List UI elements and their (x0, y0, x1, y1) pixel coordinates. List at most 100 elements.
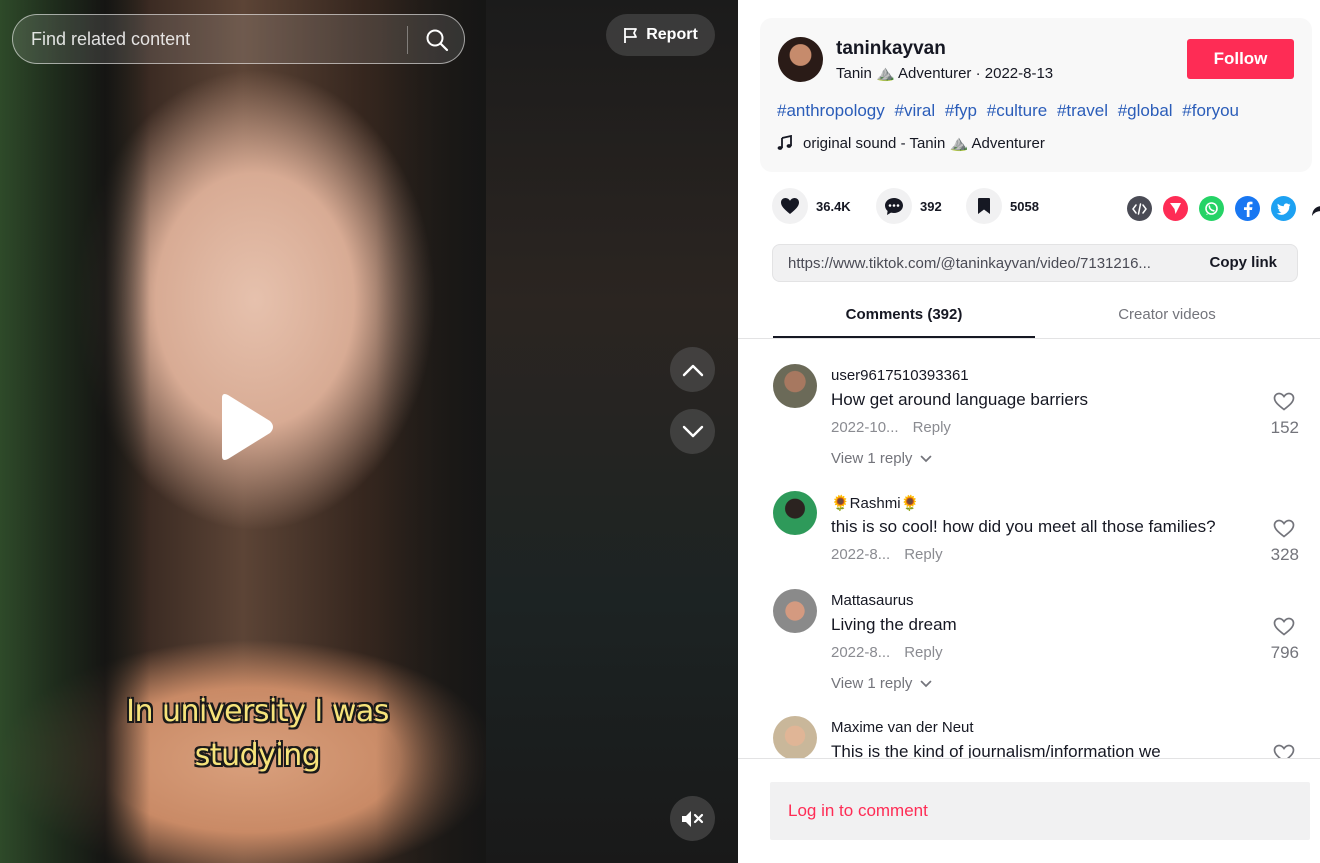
comment-list[interactable]: user9617510393361 How get around languag… (738, 340, 1320, 758)
chevron-up-icon (682, 364, 703, 376)
share-arrow-icon[interactable] (1307, 196, 1320, 221)
follow-button[interactable]: Follow (1187, 39, 1294, 79)
comment-text: this is so cool! how did you meet all th… (831, 517, 1216, 536)
flag-icon (624, 27, 638, 43)
hashtag-link[interactable]: #travel (1057, 101, 1108, 120)
hashtag-link[interactable]: #global (1118, 101, 1173, 120)
search-input[interactable] (29, 15, 409, 63)
comment-like-button[interactable] (1269, 519, 1299, 541)
reply-button[interactable]: Reply (904, 644, 942, 661)
facebook-icon[interactable] (1235, 196, 1260, 221)
view-replies-label: View 1 reply (831, 675, 913, 692)
commenter-username[interactable]: Maxime van der Neut (831, 719, 974, 736)
comment-like-count: 796 (1270, 643, 1299, 662)
commenter-username[interactable]: Mattasaurus (831, 592, 914, 609)
commenter-username[interactable]: 🌻Rashmi🌻 (831, 494, 919, 512)
tab-creator-videos[interactable]: Creator videos (1036, 296, 1298, 338)
video-info-card: taninkayvan Tanin ⛰️ Adventurer · 2022-8… (760, 18, 1312, 172)
caption-line-2: studying (194, 738, 321, 773)
video-player[interactable]: In university I was studying Report (0, 0, 738, 863)
commenter-avatar[interactable] (773, 491, 817, 535)
author-subline: Tanin ⛰️ Adventurer · 2022-8-13 (836, 64, 1053, 82)
search-bar[interactable] (12, 14, 465, 64)
comment-like-button[interactable] (1269, 617, 1299, 639)
author-nickname[interactable]: Tanin ⛰️ Adventurer (836, 65, 971, 82)
report-label: Report (646, 26, 698, 43)
play-icon[interactable] (212, 392, 276, 462)
heart-icon (781, 198, 799, 214)
comment-like-count: 152 (1270, 418, 1299, 437)
action-bar: 36.4K 392 5058 (772, 188, 1320, 228)
search-button[interactable] (417, 21, 457, 59)
music-link[interactable]: original sound - Tanin ⛰️ Adventurer (777, 134, 1045, 152)
subline-separator: · (971, 65, 985, 82)
hashtag-link[interactable]: #anthropology (777, 101, 885, 120)
save-count: 5058 (1010, 198, 1039, 214)
search-divider (407, 26, 408, 54)
author-avatar[interactable] (778, 37, 823, 82)
whatsapp-icon[interactable] (1199, 196, 1224, 221)
copy-link-button[interactable]: Copy link (1209, 254, 1277, 271)
hashtag-link[interactable]: #fyp (945, 101, 977, 120)
next-video-button[interactable] (670, 409, 715, 454)
hashtag-link[interactable]: #viral (895, 101, 936, 120)
search-icon (426, 29, 449, 52)
like-icon-wrap (772, 188, 808, 224)
video-url[interactable]: https://www.tiktok.com/@taninkayvan/vide… (788, 255, 1188, 272)
music-note-icon (777, 135, 792, 150)
comment-text: Living the dream (831, 615, 957, 634)
comment-like-count: 328 (1270, 545, 1299, 564)
save-button[interactable]: 5058 (966, 188, 1039, 224)
comment-text: How get around language barriers (831, 390, 1089, 409)
post-date: 2022-8-13 (984, 65, 1054, 82)
comment-icon-wrap (876, 188, 912, 224)
chevron-down-icon (921, 455, 932, 462)
chevron-down-icon (682, 425, 703, 437)
save-icon-wrap (966, 188, 1002, 224)
view-replies-label: View 1 reply (831, 450, 913, 467)
video-caption: In university I was studying (60, 690, 455, 778)
heart-outline-icon (1273, 392, 1295, 411)
author-username[interactable]: taninkayvan (836, 38, 946, 60)
details-panel: taninkayvan Tanin ⛰️ Adventurer · 2022-8… (738, 0, 1320, 863)
commenter-avatar[interactable] (773, 716, 817, 758)
hashtag-link[interactable]: #foryou (1182, 101, 1239, 120)
commenter-avatar[interactable] (773, 589, 817, 633)
comment-date: 2022-8... (831, 644, 891, 661)
mute-button[interactable] (670, 796, 715, 841)
reply-button[interactable]: Reply (904, 546, 942, 563)
tab-comments[interactable]: Comments (392) (773, 296, 1035, 338)
embed-icon[interactable] (1127, 196, 1152, 221)
hashtag-link[interactable]: #culture (987, 101, 1047, 120)
twitter-icon[interactable] (1271, 196, 1296, 221)
panel-tabs: Comments (392) Creator videos (738, 296, 1320, 339)
heart-outline-icon (1273, 617, 1295, 636)
hashtag-list: #anthropology #viral #fyp #culture #trav… (777, 101, 1244, 121)
comment-like-button[interactable] (1269, 744, 1299, 758)
commenter-avatar[interactable] (773, 364, 817, 408)
previous-video-button[interactable] (670, 347, 715, 392)
login-to-comment-button[interactable]: Log in to comment (770, 782, 1310, 840)
heart-outline-icon (1273, 744, 1295, 758)
chevron-down-icon (921, 680, 932, 687)
report-button[interactable]: Report (606, 14, 715, 56)
video-frame[interactable]: In university I was studying (0, 0, 486, 863)
comment-like-button[interactable] (1269, 392, 1299, 414)
comment-text: This is the kind of journalism/informati… (831, 742, 1161, 758)
share-options (1127, 196, 1320, 221)
send-icon[interactable] (1163, 196, 1188, 221)
comment-login-bar: Log in to comment (738, 758, 1320, 863)
like-button[interactable]: 36.4K (772, 188, 851, 224)
bookmark-icon (978, 198, 990, 214)
comment-date: 2022-10... (831, 419, 899, 436)
commenter-username[interactable]: user9617510393361 (831, 367, 969, 384)
heart-outline-icon (1273, 519, 1295, 538)
comment-meta: 2022-10... Reply (831, 419, 951, 436)
comment-bubble-icon (885, 197, 903, 215)
comment-meta: 2022-8... Reply (831, 644, 943, 661)
reply-button[interactable]: Reply (913, 419, 951, 436)
caption-line-1: In university I was (126, 694, 389, 729)
view-replies-button[interactable]: View 1 reply (831, 675, 932, 692)
view-replies-button[interactable]: View 1 reply (831, 450, 932, 467)
comment-button[interactable]: 392 (876, 188, 942, 224)
